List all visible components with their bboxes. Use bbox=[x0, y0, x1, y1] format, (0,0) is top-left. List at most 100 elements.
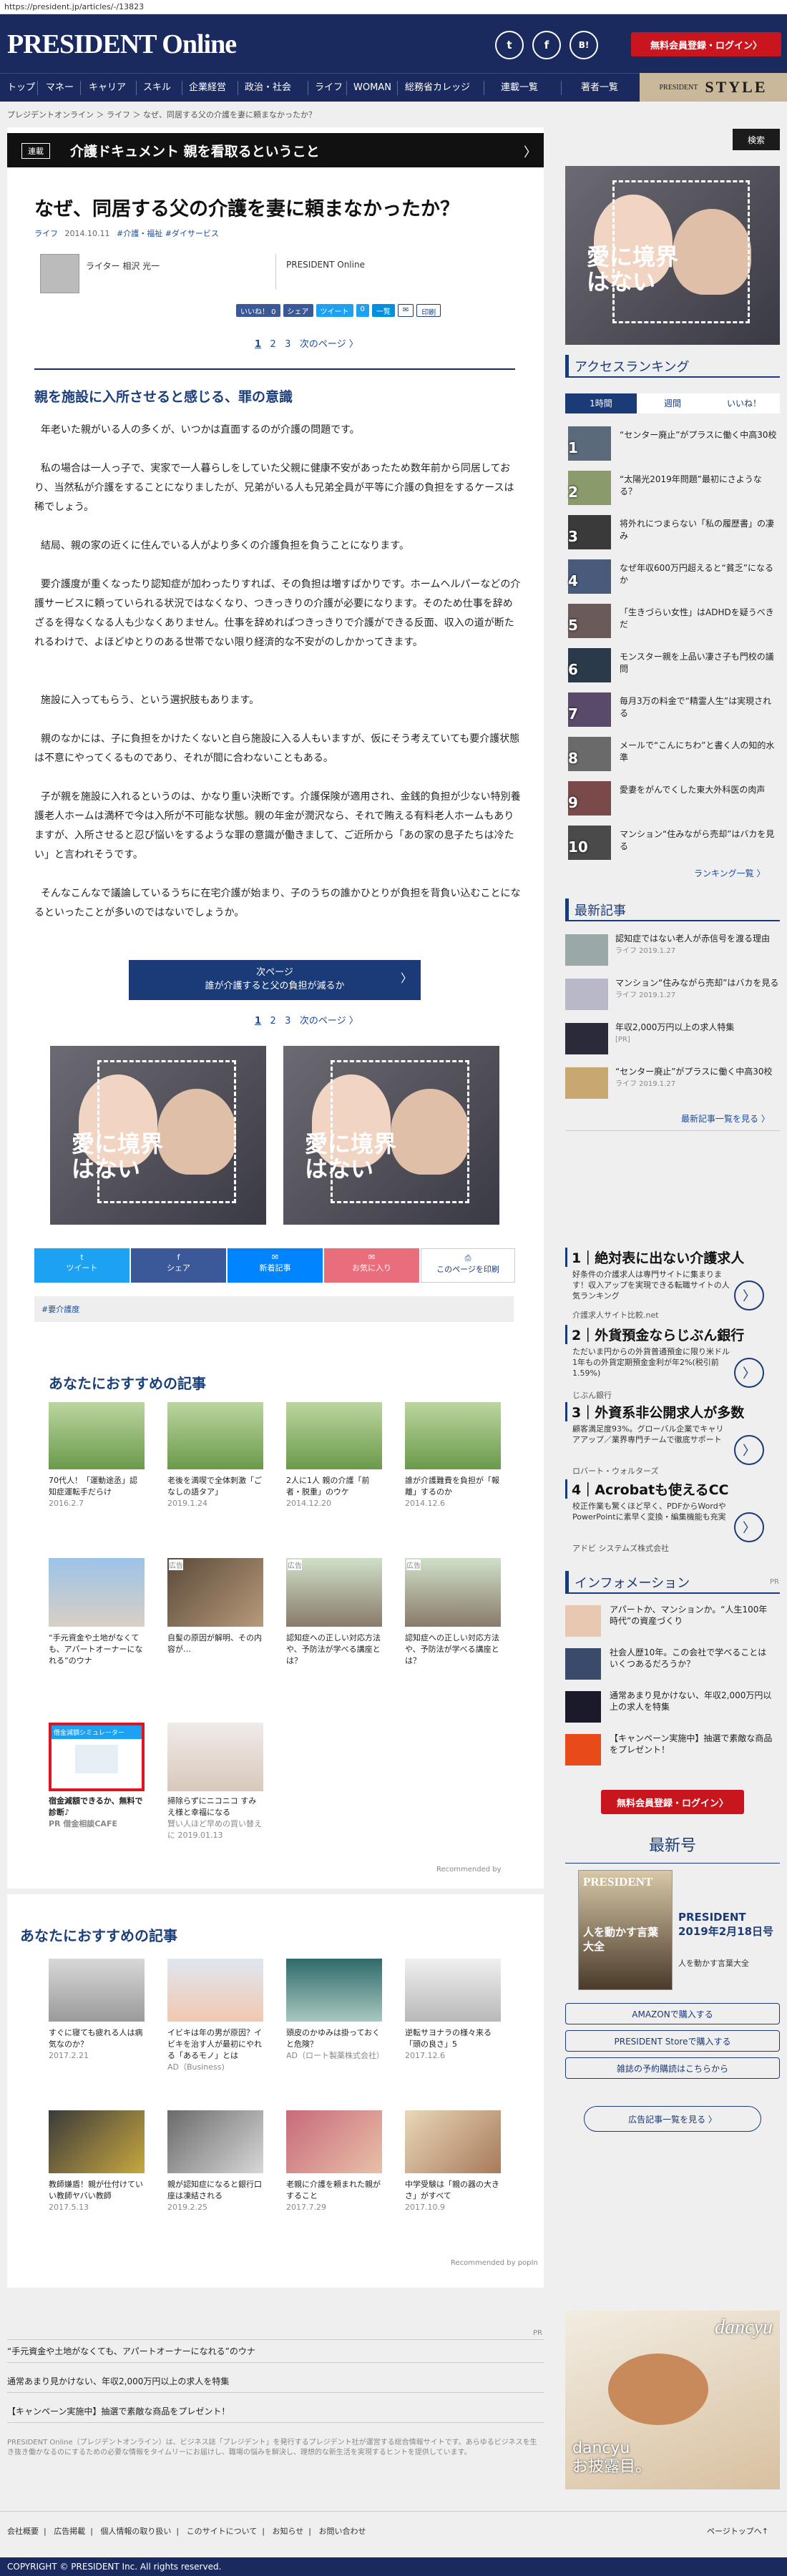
nav-life[interactable]: ライフ bbox=[315, 74, 343, 102]
rec-item[interactable]: 誰が介護難費を負担が「報離」するのか 2014.12.6 bbox=[405, 1475, 501, 1509]
chevron-right-icon[interactable]: 〉 bbox=[734, 1358, 764, 1388]
rec-thumbnail[interactable] bbox=[286, 2110, 382, 2173]
ranking-tab-hourly[interactable]: 1時間 bbox=[565, 393, 637, 413]
mail-icon[interactable]: ✉ bbox=[397, 304, 414, 317]
pr-link[interactable]: 【キャンペーン実施中】抽選で素敵な商品をプレゼント！ bbox=[7, 2405, 230, 2417]
president-style-link[interactable]: PRESIDENT STYLE bbox=[640, 73, 787, 102]
page-top-link[interactable]: ページトップへ↑ bbox=[707, 2525, 768, 2537]
rec-item[interactable]: 70代人！「運動途丞」認知症運転手だらけ 2016.2.7 bbox=[49, 1475, 145, 1509]
page-1-link[interactable]: 1 bbox=[255, 339, 261, 350]
print-button[interactable]: 印刷 bbox=[416, 304, 441, 317]
rec-item[interactable]: 逆転サヨナラの様々来る「頭の良さ」5 2017.12.6 bbox=[405, 2027, 501, 2062]
register-login-button[interactable]: 無料会員登録・ログイン〉 bbox=[631, 32, 781, 57]
nav-career[interactable]: キャリア bbox=[89, 74, 126, 102]
author-avatar[interactable] bbox=[40, 254, 79, 293]
facebook-share-button[interactable]: シェア bbox=[283, 304, 313, 317]
ad-banner[interactable]: 愛に境界はない bbox=[50, 1046, 266, 1225]
ranking-item[interactable]: 8 メールで“こんにちわ”と書く人の知的水準 bbox=[565, 734, 780, 775]
ranking-tab-weekly[interactable]: 週間 bbox=[637, 393, 708, 413]
rec-item[interactable]: 2人に1人 親の介護「前者・脱重」のウケ 2014.12.20 bbox=[286, 1475, 382, 1509]
rec-item[interactable]: イビキは年の男が原因？イビキを治す人が最初にやれる「あるモノ」とは AD（Busi… bbox=[167, 2027, 263, 2073]
rec-thumbnail[interactable] bbox=[49, 1402, 145, 1469]
nav-series-list[interactable]: 連載一覧 bbox=[501, 74, 538, 102]
page-2-link[interactable]: 2 bbox=[270, 1016, 275, 1027]
recommend-credit[interactable]: Recommended by bbox=[436, 1866, 502, 1874]
nav-author-list[interactable]: 著者一覧 bbox=[581, 74, 618, 102]
rec-item[interactable]: 教師嫌盾！親が仕付けていい教師ヤバい教師 2017.5.13 bbox=[49, 2179, 145, 2213]
footer-link[interactable]: 個人情報の取り扱い bbox=[100, 2527, 171, 2536]
rec-item[interactable]: 宿金減額できるか、無料で診断♪ PR 借金相談CAFE bbox=[49, 1796, 145, 1830]
ranking-item[interactable]: 10 マンション“住みながら売却”はバカを見る bbox=[565, 823, 780, 864]
sidebar-text-ad[interactable]: 1｜絶対表に出ない介護求人 好条件の介護求人は専門サイトに集まります！収入アップを… bbox=[565, 1248, 780, 1320]
info-item[interactable]: 【キャンペーン実施中】抽選で素敵な商品をプレゼント！ bbox=[565, 1730, 780, 1771]
sidebar-text-ad[interactable]: 3｜外資系非公開求人が多数 顧客満足度93%。グローバル企業でキャリアアップ／業界… bbox=[565, 1402, 780, 1476]
nav-college[interactable]: 総務省カレッジ bbox=[405, 74, 470, 102]
buy-store-button[interactable]: PRESIDENT Storeで購入する bbox=[565, 2030, 780, 2052]
rec-thumbnail[interactable] bbox=[286, 1959, 382, 2022]
ranking-item[interactable]: 9 愛妻をがんでくした東大外科医の肉声 bbox=[565, 778, 780, 820]
footer-link[interactable]: 会社概要 bbox=[7, 2527, 39, 2536]
rec-item[interactable]: すぐに寝ても疲れる人は病気なのか？ 2017.2.21 bbox=[49, 2027, 145, 2062]
rec-thumbnail[interactable] bbox=[49, 1558, 145, 1627]
chevron-right-icon[interactable]: 〉 bbox=[734, 1280, 764, 1311]
sidebar-text-ad[interactable]: 4｜Acrobatも使えるCC 校正作業も驚くほど早く、PDFからWordやPow… bbox=[565, 1479, 780, 1553]
sidebar-text-ad[interactable]: 2｜外貨預金ならじぶん銀行 ただいま円からの外貨普通預金に限り米ドル1年もの外貨定… bbox=[565, 1325, 780, 1400]
page-3-link[interactable]: 3 bbox=[285, 339, 290, 350]
rec-thumbnail[interactable]: 広告 bbox=[405, 1558, 501, 1627]
info-item[interactable]: アパートか、マンションか。“人生100年時代”の資産づくり bbox=[565, 1601, 780, 1642]
info-item[interactable]: 社会人歴10年。この会社で学べることはいくつあるだろうか？ bbox=[565, 1644, 780, 1685]
latest-item[interactable]: 認知症ではない老人が赤信号を渡る理由 ライフ 2019.1.27 bbox=[565, 930, 780, 971]
nav-woman[interactable]: WOMAN bbox=[353, 74, 391, 102]
page-2-link[interactable]: 2 bbox=[270, 339, 275, 350]
print-button[interactable]: ⎙ このページを印刷 bbox=[421, 1248, 515, 1283]
url-bar[interactable]: https://president.jp/articles/-/13823 bbox=[0, 0, 787, 14]
chevron-right-icon[interactable]: 〉 bbox=[734, 1512, 764, 1542]
ranking-item[interactable]: 6 モンスター親を上品い凄さ子も門校の議問 bbox=[565, 645, 780, 687]
rec-thumbnail[interactable] bbox=[167, 2110, 263, 2173]
nav-politics[interactable]: 政治・社会 bbox=[245, 74, 291, 102]
rec-item[interactable]: 老後を満喫で全体刺激「ごなしの語タア」 2019.1.24 bbox=[167, 1475, 263, 1509]
pr-link[interactable]: “手元資金や土地がなくても、アパートオーナーになれる”のウナ bbox=[7, 2345, 255, 2357]
facebook-icon[interactable]: f bbox=[532, 31, 561, 59]
rec-item[interactable]: 親が認知症になると銀行口座は凍結される 2019.2.25 bbox=[167, 2179, 263, 2213]
rec-thumbnail[interactable] bbox=[167, 1723, 263, 1791]
ranking-item[interactable]: 2 “太陽光2019年問題”最初にさようなる？ bbox=[565, 468, 780, 509]
search-button[interactable]: 検索 bbox=[733, 129, 780, 150]
rec-thumbnail[interactable] bbox=[49, 2110, 145, 2173]
info-item[interactable]: 通常あまり見かけない、年収2,000万円以上の求人を特集 bbox=[565, 1687, 780, 1728]
mail-button[interactable]: ✉ お気に入り bbox=[324, 1248, 419, 1283]
recommend-credit[interactable]: Recommended by popIn bbox=[451, 2259, 538, 2267]
rec-thumbnail[interactable] bbox=[49, 1959, 145, 2022]
page-1-link[interactable]: 1 bbox=[255, 1016, 261, 1027]
ranking-item[interactable]: 1 “センター廃止”がプラスに働く中高30校 bbox=[565, 423, 780, 465]
sidebar-ad-banner[interactable]: 愛に境界はない bbox=[565, 166, 780, 345]
breadcrumb[interactable]: プレジデントオンライン ＞ ライフ ＞ なぜ、同居する父の介護を妻に頼まなかった… bbox=[7, 109, 316, 120]
rec-item[interactable]: 老親に介護を頼まれた親がすること 2017.7.29 bbox=[286, 2179, 382, 2213]
nav-management[interactable]: 企業経営 bbox=[189, 74, 226, 102]
rec-item[interactable]: 認知症への正しい対応方法や、予防法が学べる講座とは？ bbox=[286, 1632, 382, 1667]
ranking-item[interactable]: 3 将外れにつまらない「私の履歴書」の凄み bbox=[565, 512, 780, 554]
buy-amazon-button[interactable]: AMAZONで購入する bbox=[565, 2003, 780, 2024]
ad-list-button[interactable]: 広告記事一覧を見る 〉 bbox=[584, 2106, 761, 2132]
hatena-bookmark-icon[interactable]: B! bbox=[570, 31, 598, 59]
footer-link[interactable]: 広告掲載 bbox=[54, 2527, 85, 2536]
footer-link[interactable]: お知らせ bbox=[272, 2527, 303, 2536]
latest-item[interactable]: 年収2,000万円以上の求人特集 [PR] bbox=[565, 1019, 780, 1060]
author-name[interactable]: ライター 相沢 光一 bbox=[86, 260, 160, 272]
rec-item[interactable]: 頭皮のかゆみは掛っておくと危険？ AD（ロート製薬株式会社） bbox=[286, 2027, 384, 2062]
tag-box[interactable]: #要介護度 bbox=[34, 1296, 514, 1322]
site-logo[interactable]: PRESIDENT Online bbox=[7, 29, 237, 60]
messenger-button[interactable]: ✉ 新着記事 bbox=[228, 1248, 323, 1283]
rec-thumbnail[interactable]: 借金減額シミュレーター bbox=[49, 1723, 145, 1791]
facebook-share-button[interactable]: f シェア bbox=[131, 1248, 226, 1283]
latest-item[interactable]: “センター廃止”がプラスに働く中高30校 ライフ 2019.1.27 bbox=[565, 1063, 780, 1105]
register-login-button[interactable]: 無料会員登録・ログイン〉 bbox=[601, 1790, 744, 1814]
article-category[interactable]: ライフ bbox=[34, 229, 58, 238]
ad-banner[interactable]: 愛に境界はない bbox=[283, 1046, 499, 1225]
rec-thumbnail[interactable]: 広告 bbox=[167, 1558, 263, 1627]
rec-thumbnail[interactable] bbox=[167, 1402, 263, 1469]
rec-item[interactable]: 掃除らずにニコニコ すみえ様と幸福になる 賢い人ほど早めの買い替えに 2019.0… bbox=[167, 1796, 263, 1841]
latest-more-link[interactable]: 最新記事一覧を見る 〉 bbox=[681, 1112, 770, 1125]
twitter-icon[interactable]: t bbox=[495, 31, 524, 59]
ranking-item[interactable]: 5 「生きづらい女性」はADHDを疑うべきだ bbox=[565, 601, 780, 642]
